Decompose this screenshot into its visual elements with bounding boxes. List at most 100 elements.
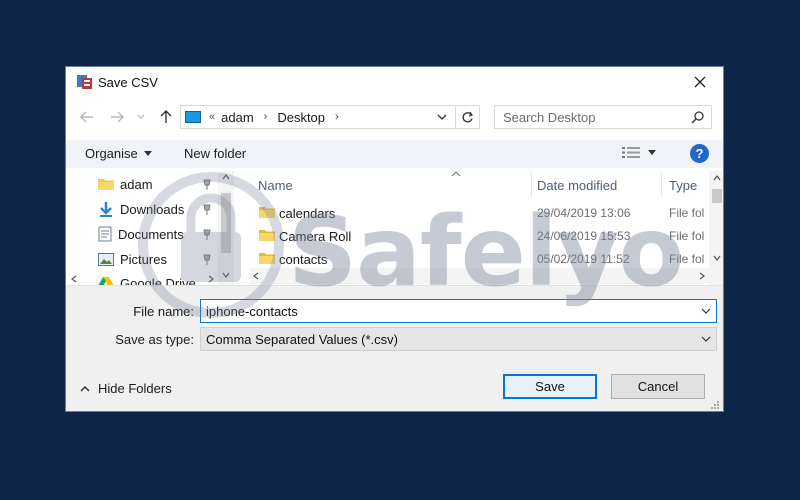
back-button[interactable] [76, 107, 98, 127]
scroll-down-icon[interactable] [713, 255, 721, 261]
chevron-down-icon[interactable] [700, 305, 712, 317]
address-row: « adam › Desktop › [66, 103, 723, 131]
pin-icon[interactable] [202, 254, 212, 266]
folder-icon [259, 230, 275, 241]
breadcrumb-desktop[interactable]: Desktop [277, 110, 325, 125]
hide-folders-button[interactable]: Hide Folders [80, 381, 172, 396]
column-header-type[interactable]: Type [669, 171, 697, 199]
nav-scrollbar[interactable] [218, 171, 234, 285]
file-type: File fol [669, 229, 705, 243]
nav-item-adam[interactable]: adam [98, 173, 153, 195]
caret-down-icon [648, 150, 656, 155]
file-row[interactable]: Camera Roll 24/06/2019 15:53 File fol [249, 225, 709, 248]
download-arrow-icon [100, 202, 112, 217]
scroll-left-icon[interactable] [253, 272, 259, 280]
address-bar[interactable]: « adam › Desktop › [180, 105, 480, 129]
breadcrumb-separator[interactable]: › [264, 111, 268, 123]
title-bar: Save CSV [66, 67, 723, 97]
nav-item-label: Downloads [120, 201, 185, 217]
save-as-type-label: Save as type: [115, 332, 194, 347]
chevron-down-icon[interactable] [435, 110, 449, 124]
details-view-icon [622, 147, 640, 158]
save-button[interactable]: Save [503, 374, 597, 399]
scroll-right-icon[interactable] [208, 275, 214, 283]
nav-item-label: Pictures [120, 251, 167, 267]
organise-menu-button[interactable]: Organise [85, 146, 152, 161]
column-divider[interactable] [661, 171, 662, 197]
file-list: Name Date modified Type calendars 29/04/… [249, 171, 723, 285]
column-divider[interactable] [531, 171, 532, 197]
file-row[interactable]: calendars 29/04/2019 13:06 File fol [249, 202, 709, 225]
recent-locations-button[interactable] [134, 107, 148, 127]
forward-button[interactable] [106, 107, 128, 127]
pin-icon[interactable] [202, 204, 212, 216]
pin-icon[interactable] [202, 229, 212, 241]
scroll-left-icon[interactable] [71, 275, 77, 283]
folder-icon [98, 179, 114, 190]
nav-item-google-drive[interactable]: Google Drive [98, 272, 196, 285]
close-button[interactable] [677, 67, 723, 97]
navigation-pane: adam Downloads Documents Pictures Google… [66, 171, 249, 285]
file-list-horizontal-scrollbar[interactable] [249, 268, 709, 284]
file-name: contacts [279, 252, 328, 267]
nav-scroll-thumb[interactable] [221, 193, 231, 253]
file-name-field[interactable] [200, 299, 717, 323]
pin-icon[interactable] [202, 179, 212, 191]
save-csv-dialog: Save CSV « adam › Desktop › Search Deskt… [65, 66, 724, 412]
arrow-up-icon [160, 110, 172, 123]
change-view-button[interactable] [622, 146, 656, 159]
cancel-button[interactable]: Cancel [611, 374, 705, 399]
search-box[interactable] [494, 105, 712, 129]
nav-item-label: adam [120, 176, 153, 192]
refresh-icon [462, 111, 473, 122]
chevron-down-icon[interactable] [700, 333, 712, 345]
search-input[interactable] [495, 106, 685, 128]
help-button[interactable]: ? [690, 144, 709, 163]
nav-item-documents[interactable]: Documents [98, 223, 184, 245]
save-form: File name: Save as type: Comma Separated… [66, 285, 723, 411]
arrow-right-icon [111, 111, 124, 123]
chevron-up-icon [80, 385, 90, 392]
scroll-up-icon[interactable] [222, 174, 230, 180]
pictures-icon [98, 252, 114, 266]
file-name: calendars [279, 206, 336, 221]
breadcrumb-adam[interactable]: adam [221, 110, 254, 125]
column-header-name[interactable]: Name [258, 171, 293, 199]
new-folder-button[interactable]: New folder [184, 146, 246, 161]
search-icon[interactable] [691, 110, 705, 124]
file-date: 29/04/2019 13:06 [537, 206, 631, 220]
column-header-date-modified[interactable]: Date modified [537, 171, 617, 199]
file-list-scroll-thumb[interactable] [712, 189, 722, 203]
file-list-vertical-scrollbar[interactable] [709, 171, 723, 285]
file-name: Camera Roll [279, 229, 352, 244]
scroll-down-icon[interactable] [222, 272, 230, 278]
google-drive-icon [98, 277, 114, 285]
arrow-left-icon [80, 111, 93, 123]
nav-item-label: Google Drive [120, 275, 196, 286]
chevron-down-icon [137, 114, 145, 119]
sort-ascending-icon [451, 171, 461, 177]
nav-item-pictures[interactable]: Pictures [98, 248, 167, 270]
caret-down-icon [143, 151, 152, 156]
file-date: 24/06/2019 15:53 [537, 229, 631, 243]
dialog-title: Save CSV [98, 75, 158, 90]
up-button[interactable] [155, 107, 177, 127]
this-pc-icon [185, 111, 201, 123]
scroll-right-icon[interactable] [699, 272, 705, 280]
nav-item-downloads[interactable]: Downloads [98, 198, 184, 220]
overflow-chevrons[interactable]: « [209, 111, 215, 123]
close-icon [694, 76, 706, 88]
nav-item-label: Documents [118, 226, 184, 242]
organise-label: Organise [85, 146, 138, 161]
file-name-input[interactable] [201, 300, 691, 322]
breadcrumb-separator[interactable]: › [335, 111, 339, 123]
refresh-button[interactable] [455, 106, 479, 128]
save-as-type-select[interactable]: Comma Separated Values (*.csv) [200, 327, 717, 351]
folder-icon [259, 207, 275, 218]
save-as-type-value: Comma Separated Values (*.csv) [206, 332, 398, 347]
folder-icon [259, 253, 275, 264]
file-name-label: File name: [133, 304, 194, 319]
file-type: File fol [669, 252, 705, 266]
scroll-up-icon[interactable] [713, 175, 721, 181]
resize-grip-icon[interactable] [710, 400, 720, 410]
